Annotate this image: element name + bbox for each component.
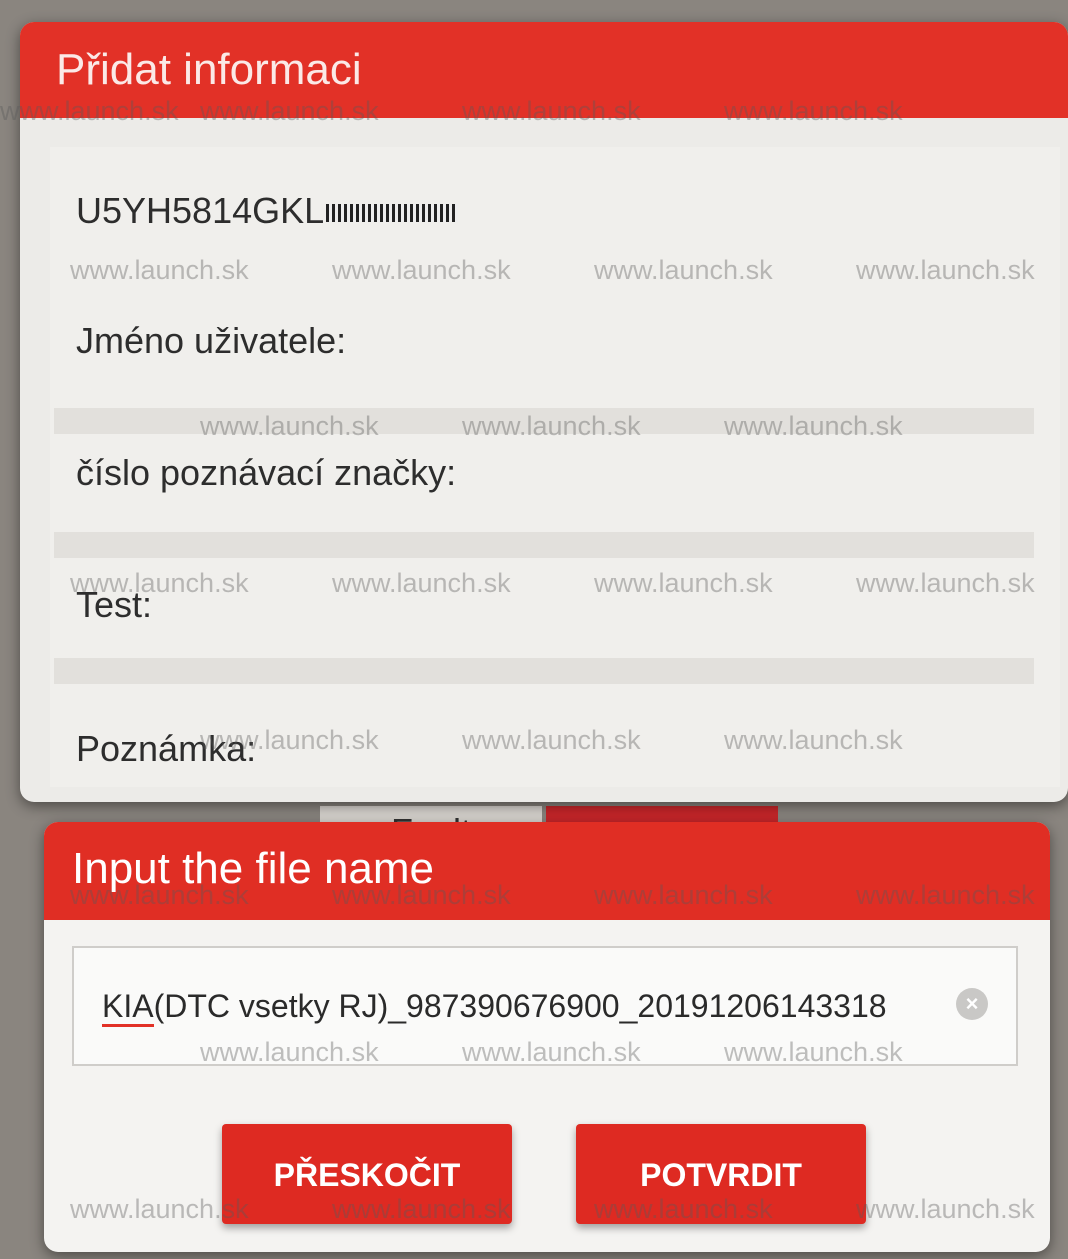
file-name-input[interactable]: KIA(DTC vsetky RJ)_987390676900_20191206… <box>72 946 1018 1066</box>
redacted-vin-suffix <box>326 204 459 223</box>
vin-text: U5YH5814GKL <box>76 190 325 231</box>
file-name-value: KIA(DTC vsetky RJ)_987390676900_20191206… <box>102 988 887 1027</box>
skip-button[interactable]: PŘESKOČIT <box>222 1124 512 1224</box>
license-plate-label[interactable]: číslo poznávací značky: <box>76 452 456 494</box>
file-name-rest: (DTC vsetky RJ)_987390676900_20191206143… <box>153 988 887 1024</box>
add-info-dialog-title: Přidat informaci <box>20 22 1068 118</box>
add-info-dialog: Přidat informaci U5YH5814GKL Jméno uživa… <box>20 22 1068 802</box>
clear-circle-icon[interactable]: × <box>956 988 988 1020</box>
vin-value: U5YH5814GKL <box>76 190 459 232</box>
spellcheck-underlined-text: KIA <box>102 988 154 1027</box>
field-divider <box>54 408 1034 434</box>
user-name-label[interactable]: Jméno uživatele: <box>76 320 346 362</box>
field-divider <box>54 658 1034 684</box>
test-label[interactable]: Test: <box>76 584 152 626</box>
confirm-button[interactable]: POTVRDIT <box>576 1124 866 1224</box>
file-name-dialog: Input the file name KIA(DTC vsetky RJ)_9… <box>44 822 1050 1252</box>
note-label[interactable]: Poznámka: <box>76 728 256 770</box>
file-name-dialog-title: Input the file name <box>44 822 1050 920</box>
field-divider <box>54 532 1034 558</box>
